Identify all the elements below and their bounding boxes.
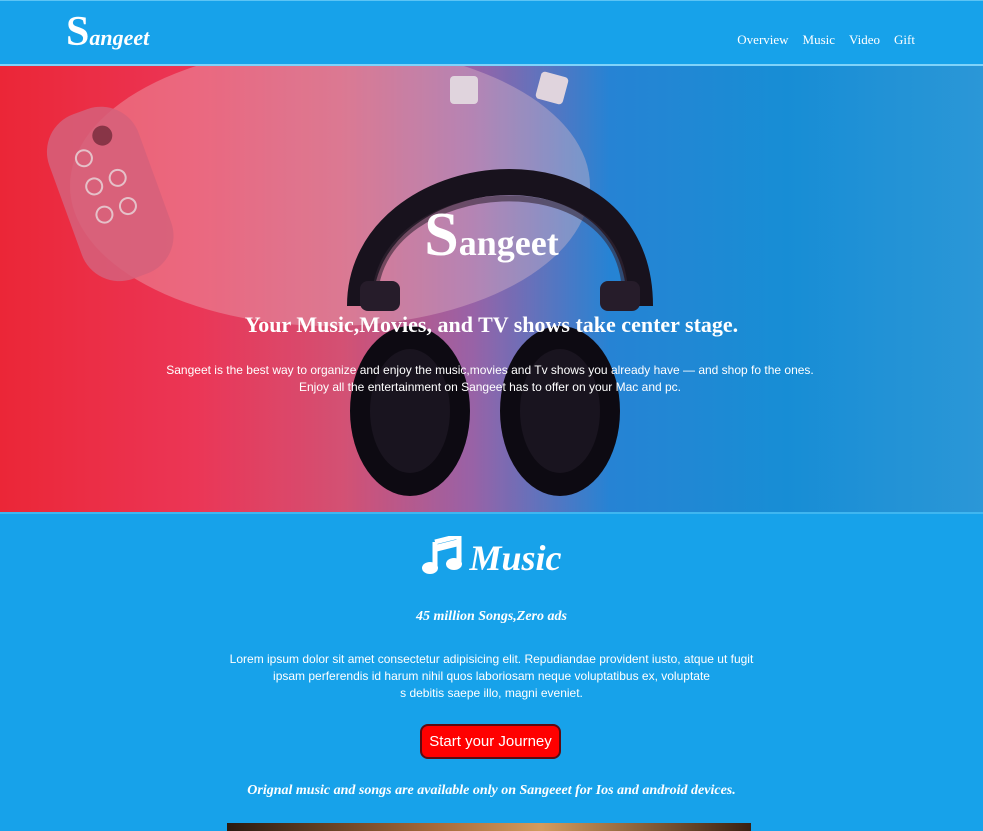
nav-link-video[interactable]: Video bbox=[849, 32, 880, 48]
music-availability-note: Orignal music and songs are available on… bbox=[247, 783, 736, 798]
brand-initial: S bbox=[66, 9, 90, 55]
hero-section: Sangeet Your Music,Movies, and TV shows … bbox=[0, 66, 983, 512]
music-heading: Music bbox=[0, 532, 983, 579]
music-note-icon bbox=[422, 532, 463, 574]
nav-link-overview[interactable]: Overview bbox=[737, 32, 788, 48]
navbar: Sangeet Overview Music Video Gift bbox=[0, 0, 983, 66]
brand-logo[interactable]: Sangeet bbox=[66, 11, 149, 53]
hero-title: Sangeet bbox=[424, 201, 559, 269]
nav-links: Overview Music Video Gift bbox=[737, 32, 915, 48]
nav-link-music[interactable]: Music bbox=[803, 32, 836, 48]
start-journey-button[interactable]: Start your Journey bbox=[420, 724, 561, 759]
music-description: Lorem ipsum dolor sit amet consectetur a… bbox=[229, 652, 754, 700]
hero-description: Sangeet is the best way to organize and … bbox=[166, 363, 814, 394]
hero-subtitle: Your Music,Movies, and TV shows take cen… bbox=[244, 312, 739, 337]
music-tagline: 45 million Songs,Zero ads bbox=[416, 609, 567, 624]
brand-name: angeet bbox=[89, 25, 150, 50]
music-section: Music 45 million Songs,Zero ads Lorem ip… bbox=[0, 512, 983, 831]
nav-link-gift[interactable]: Gift bbox=[894, 32, 915, 48]
music-preview-image bbox=[227, 823, 751, 831]
